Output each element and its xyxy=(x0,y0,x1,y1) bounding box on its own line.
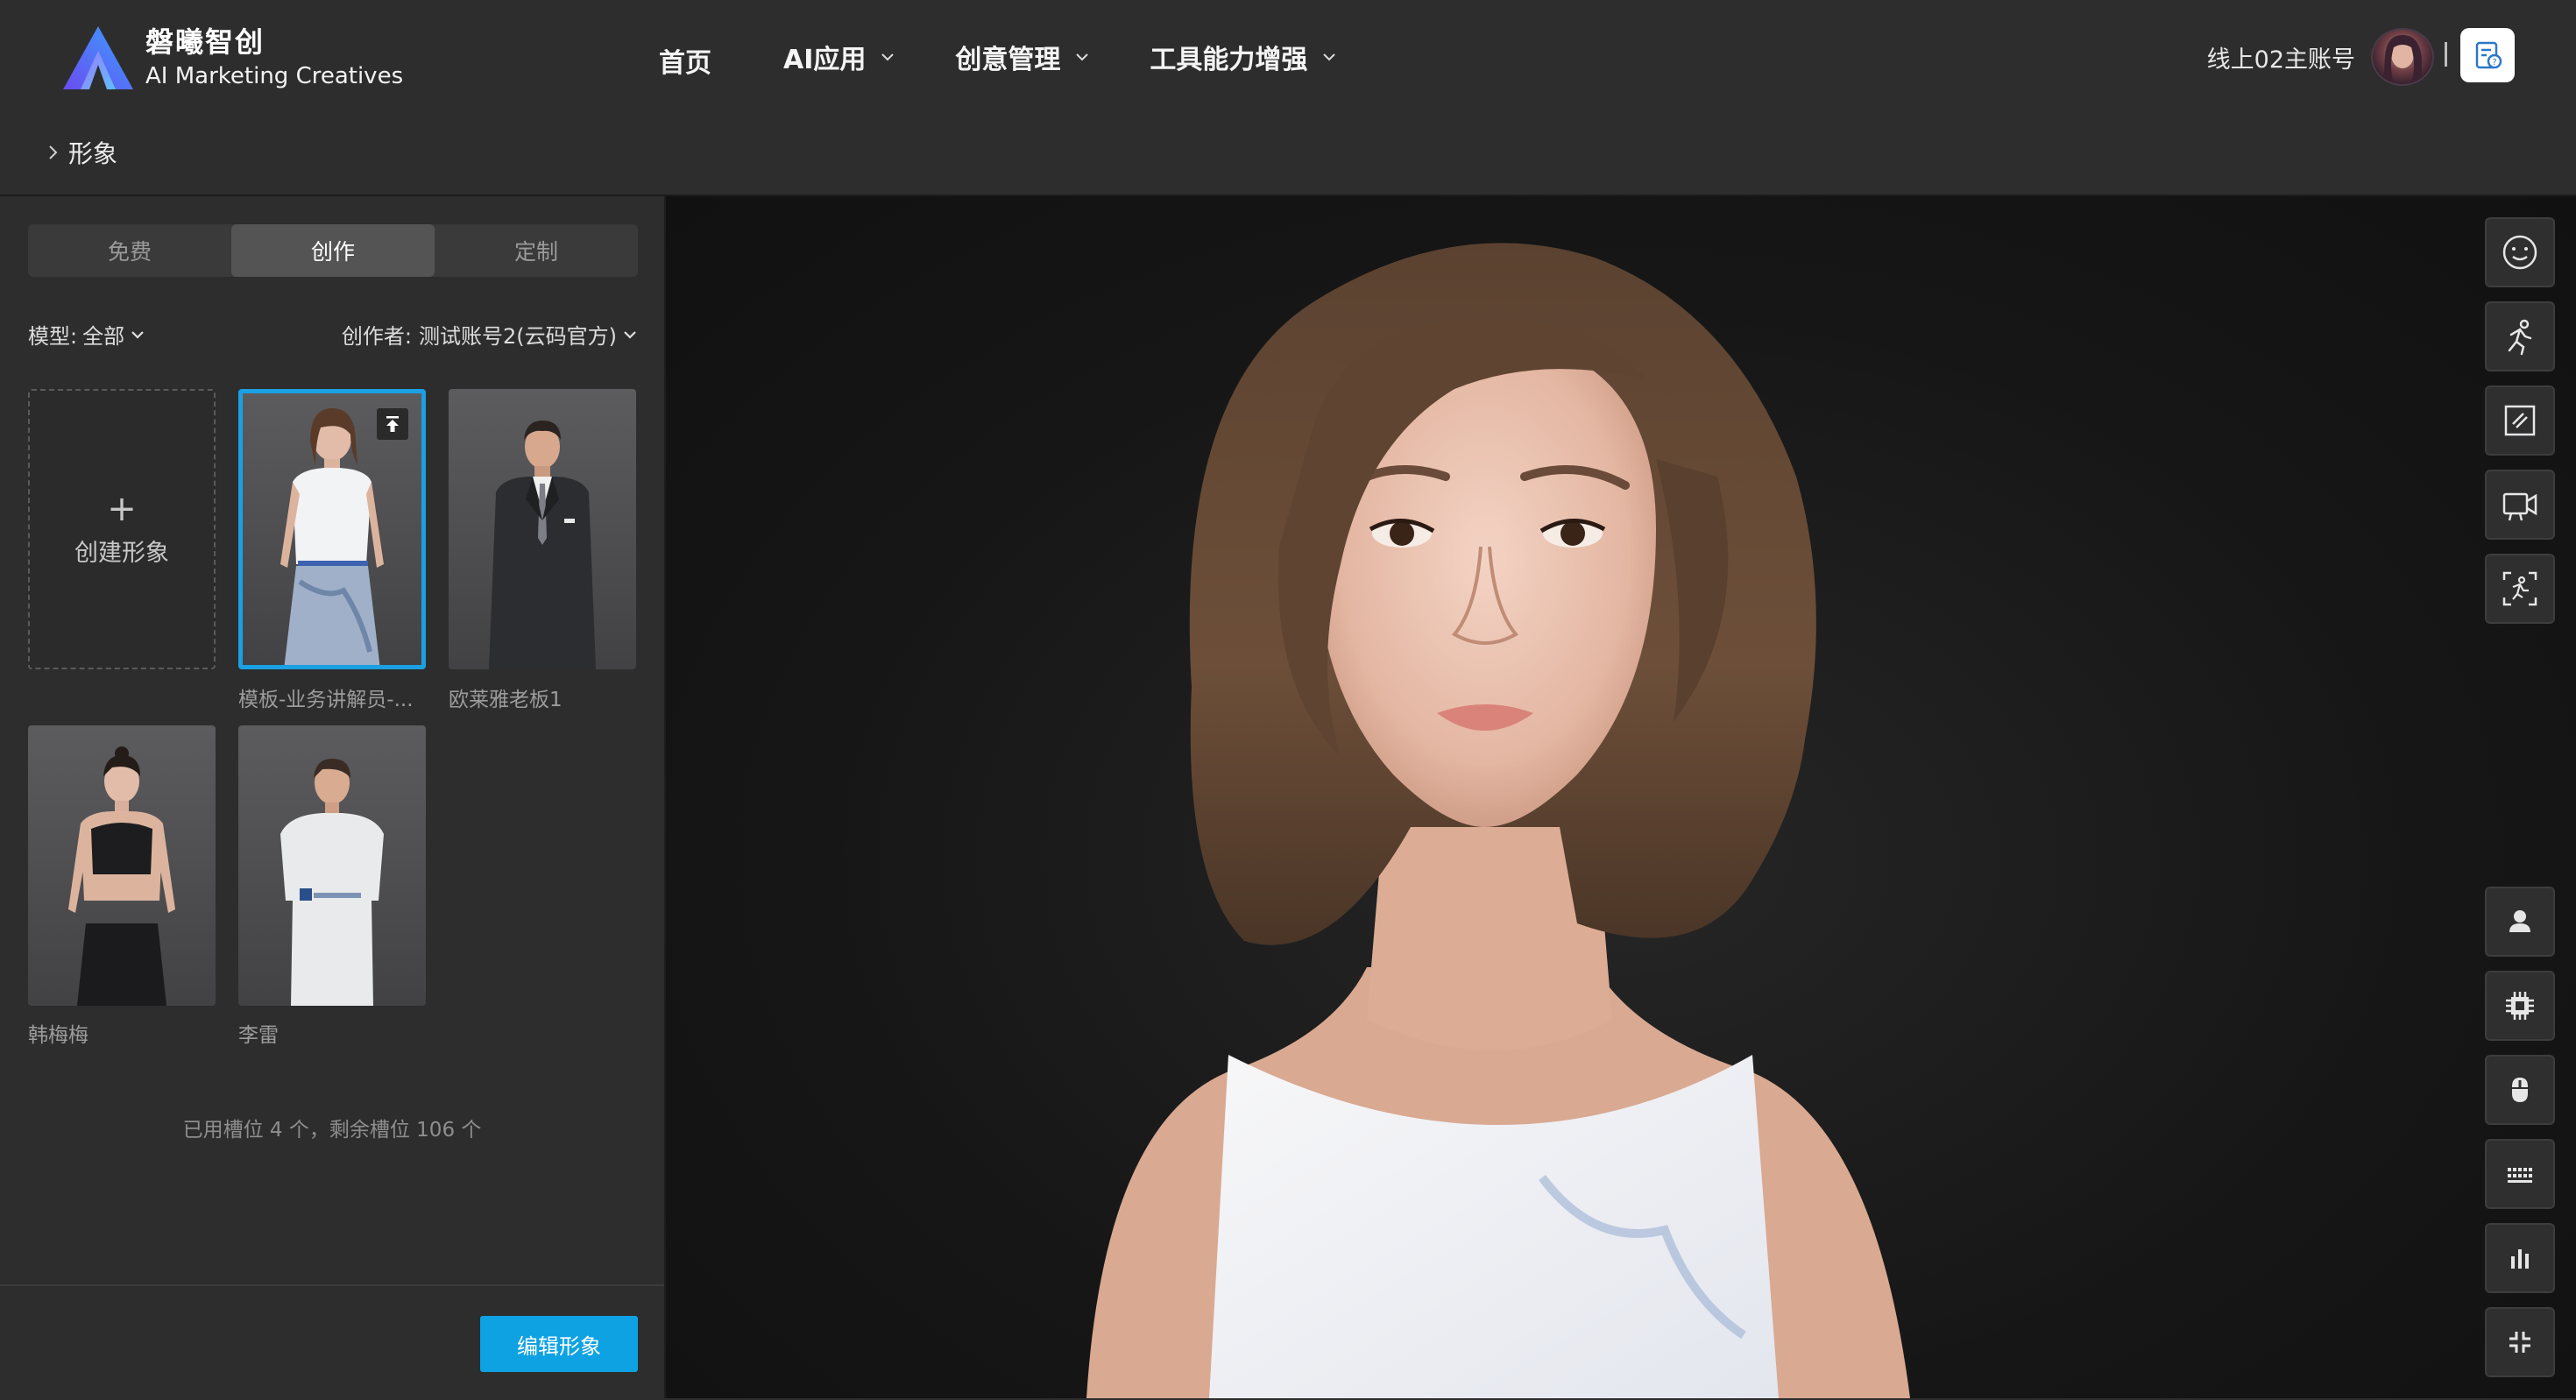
main-nav: 首页 AI应用 创意管理 工具能力增强 xyxy=(659,35,1397,79)
stats-icon xyxy=(2511,1249,2529,1269)
avatar-card-hanmeimei[interactable] xyxy=(28,725,216,1006)
create-avatar-label: 创建形象 xyxy=(74,539,169,567)
nav-item-label: 工具能力增强 xyxy=(1150,45,1308,75)
edit-avatar-button[interactable]: 编辑形象 xyxy=(480,1316,638,1372)
pose-capture-tool-button[interactable] xyxy=(2485,554,2555,624)
pose-capture-icon xyxy=(2502,571,2537,606)
camera-tool-button[interactable] xyxy=(2485,470,2555,540)
motion-icon xyxy=(2508,319,2532,356)
help-button[interactable]: ? xyxy=(2460,28,2515,82)
slot-usage-text: 已用槽位 4 个，剩余槽位 106 个 xyxy=(182,1119,482,1142)
avatar-3d-viewport[interactable] xyxy=(666,196,2576,1398)
mouse-icon xyxy=(2512,1078,2528,1102)
exit-fullscreen-button[interactable] xyxy=(2485,1307,2555,1377)
creator-filter[interactable]: 创作者: 测试账号2(云码官方) xyxy=(342,319,638,350)
creator-filter-label: 创作者: xyxy=(341,324,412,349)
avatar-render xyxy=(1086,243,1910,1398)
creator-filter-value: 测试账号2(云码官方) xyxy=(419,324,617,349)
breadcrumb-current[interactable]: 形象 xyxy=(68,135,117,170)
brand-logo[interactable] xyxy=(61,25,135,91)
chevron-down-icon xyxy=(1076,53,1089,61)
breadcrumb: 形象 xyxy=(46,135,117,170)
nav-item-creative-management[interactable]: 创意管理 xyxy=(955,38,1092,76)
chevron-down-icon xyxy=(881,53,895,61)
category-tabs: 免费 创作 定制 xyxy=(28,224,638,277)
motion-tool-button[interactable] xyxy=(2485,301,2555,371)
brand-name: 磐曦智创 AI Marketing Creatives xyxy=(145,23,403,91)
help-document-icon: ? xyxy=(2475,41,2502,69)
panel-footer: 编辑形象 xyxy=(0,1284,664,1400)
edit-panel-icon xyxy=(2504,405,2536,436)
performance-button[interactable] xyxy=(2485,971,2555,1041)
svg-text:?: ? xyxy=(2492,58,2496,67)
user-avatar[interactable] xyxy=(2371,28,2434,86)
pin-top-icon xyxy=(386,416,399,432)
collapse-icon xyxy=(2509,1332,2530,1353)
chip-icon xyxy=(2506,992,2534,1020)
avatar-thumbnail xyxy=(280,759,384,1006)
chevron-right-icon xyxy=(49,145,58,159)
avatar-portrait-icon xyxy=(2383,35,2422,84)
create-avatar-card[interactable]: + 创建形象 xyxy=(28,389,216,669)
brand-name-cn: 磐曦智创 xyxy=(145,25,265,59)
avatar-card-name: 李雷 xyxy=(238,1024,279,1047)
tab-label: 创作 xyxy=(310,239,355,265)
avatar-card-name: 模板-业务讲解员-... xyxy=(238,689,414,711)
brand-name-en: AI Marketing Creatives xyxy=(145,63,404,89)
edit-panel-tool-button[interactable] xyxy=(2485,385,2555,456)
avatar-card-name: 韩梅梅 xyxy=(28,1024,88,1047)
video-icon xyxy=(2502,492,2537,521)
plus-icon: + xyxy=(107,488,137,529)
nav-item-label: AI应用 xyxy=(783,45,867,75)
tab-label: 免费 xyxy=(107,239,152,265)
tab-custom[interactable]: 定制 xyxy=(435,224,638,277)
tab-free[interactable]: 免费 xyxy=(28,224,231,277)
chevron-down-icon xyxy=(1323,53,1336,61)
chevron-down-icon xyxy=(624,330,636,339)
model-filter-label: 模型: xyxy=(28,324,78,349)
pin-to-top-button[interactable] xyxy=(377,408,408,440)
avatar-card-name: 欧莱雅老板1 xyxy=(449,689,563,711)
avatar-library-panel: 免费 创作 定制 模型: 全部 创作者: 测试账号2(云码官方) + 创建形象 xyxy=(0,196,666,1398)
account-name[interactable]: 线上02主账号 xyxy=(2207,40,2355,74)
mouse-control-button[interactable] xyxy=(2485,1055,2555,1125)
avatar-thumbnail xyxy=(68,746,175,1006)
avatar-card-lilei[interactable] xyxy=(238,725,426,1006)
avatar-card-loreal-boss[interactable] xyxy=(449,389,636,669)
avatar-thumbnail xyxy=(489,421,596,669)
model-filter-value: 全部 xyxy=(82,324,125,349)
top-header: 磐曦智创 AI Marketing Creatives 首页 AI应用 创意管理… xyxy=(0,0,2576,196)
nav-item-label: 创意管理 xyxy=(955,45,1061,75)
nav-item-tool-enhancement[interactable]: 工具能力增强 xyxy=(1150,38,1339,76)
nav-item-label: 首页 xyxy=(659,48,711,79)
user-icon xyxy=(2509,910,2530,932)
keyboard-icon xyxy=(2508,1168,2532,1183)
stats-button[interactable] xyxy=(2485,1223,2555,1293)
nav-item-ai-apps[interactable]: AI应用 xyxy=(783,38,897,76)
tab-label: 定制 xyxy=(513,239,558,265)
chevron-down-icon xyxy=(131,330,144,339)
nav-item-home[interactable]: 首页 xyxy=(659,41,711,80)
keyboard-control-button[interactable] xyxy=(2485,1139,2555,1209)
model-filter[interactable]: 模型: 全部 xyxy=(28,319,145,350)
tab-created[interactable]: 创作 xyxy=(231,224,435,277)
face-icon xyxy=(2502,235,2537,270)
avatar-card-business-presenter[interactable] xyxy=(238,389,426,669)
avatar-view-button[interactable] xyxy=(2485,887,2555,957)
header-divider xyxy=(2445,42,2447,67)
expression-tool-button[interactable] xyxy=(2485,217,2555,287)
